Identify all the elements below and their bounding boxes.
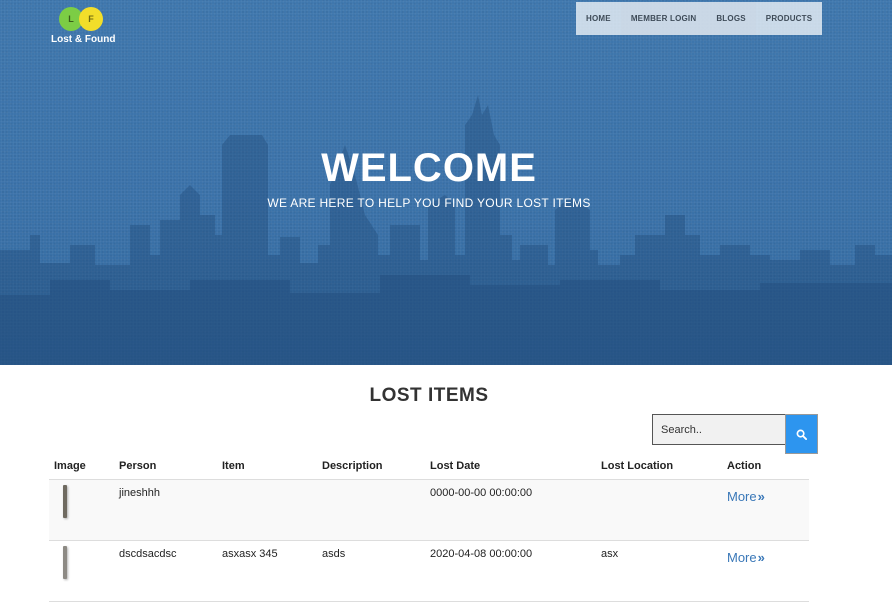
table-row: dscdsacdsc asxasx 345 asds 2020-04-08 00…: [49, 541, 809, 602]
col-item: Item: [222, 460, 245, 472]
search-input[interactable]: [652, 414, 786, 445]
nav-blogs[interactable]: BLOGS: [706, 2, 756, 35]
more-link[interactable]: More»: [727, 489, 765, 504]
cell-lost-date: 2020-04-08 00:00:00: [430, 548, 533, 560]
col-image: Image: [54, 460, 86, 472]
table-header: Image Person Item Description Lost Date …: [49, 454, 809, 480]
cell-person: jineshhh: [119, 487, 160, 499]
hero-tagline: WE ARE HERE TO HELP YOU FIND YOUR LOST I…: [267, 196, 591, 210]
main-nav: HOME MEMBER LOGIN BLOGS PRODUCTS: [576, 2, 823, 35]
item-thumbnail: [63, 485, 67, 518]
col-person: Person: [119, 460, 157, 472]
lost-items-table: Image Person Item Description Lost Date …: [49, 454, 809, 602]
col-lost-date: Lost Date: [430, 460, 481, 472]
nav-home[interactable]: HOME: [576, 2, 621, 35]
item-thumbnail: [63, 546, 67, 579]
double-chevron-right-icon: »: [757, 489, 765, 504]
col-lost-location: Lost Location: [601, 460, 674, 472]
cell-item: asxasx 345: [222, 548, 278, 560]
cell-lost-location: asx: [601, 548, 619, 560]
nav-products[interactable]: PRODUCTS: [756, 2, 823, 35]
section-title: LOST ITEMS: [369, 385, 489, 406]
cell-person: dscdsacdsc: [119, 548, 177, 560]
col-description: Description: [322, 460, 383, 472]
logo-text: Lost & Found: [51, 34, 116, 45]
more-link[interactable]: More»: [727, 550, 765, 565]
hero-title: WELCOME: [321, 146, 537, 190]
cell-lost-date: 0000-00-00 00:00:00: [430, 487, 533, 499]
cell-description: asds: [322, 548, 346, 560]
col-action: Action: [727, 460, 762, 472]
site-logo[interactable]: L F Lost & Found: [51, 7, 115, 47]
hero-banner: L F Lost & Found HOME MEMBER LOGIN BLOGS…: [0, 0, 892, 365]
city-skyline: [0, 95, 892, 365]
logo-f-circle: F: [79, 7, 103, 31]
double-chevron-right-icon: »: [757, 550, 765, 565]
table-row: jineshhh 0000-00-00 00:00:00 More»: [49, 480, 809, 541]
more-label: More: [727, 550, 757, 565]
search-icon: [796, 429, 807, 440]
more-label: More: [727, 489, 757, 504]
search-button[interactable]: [785, 414, 818, 454]
nav-member-login[interactable]: MEMBER LOGIN: [620, 2, 707, 35]
